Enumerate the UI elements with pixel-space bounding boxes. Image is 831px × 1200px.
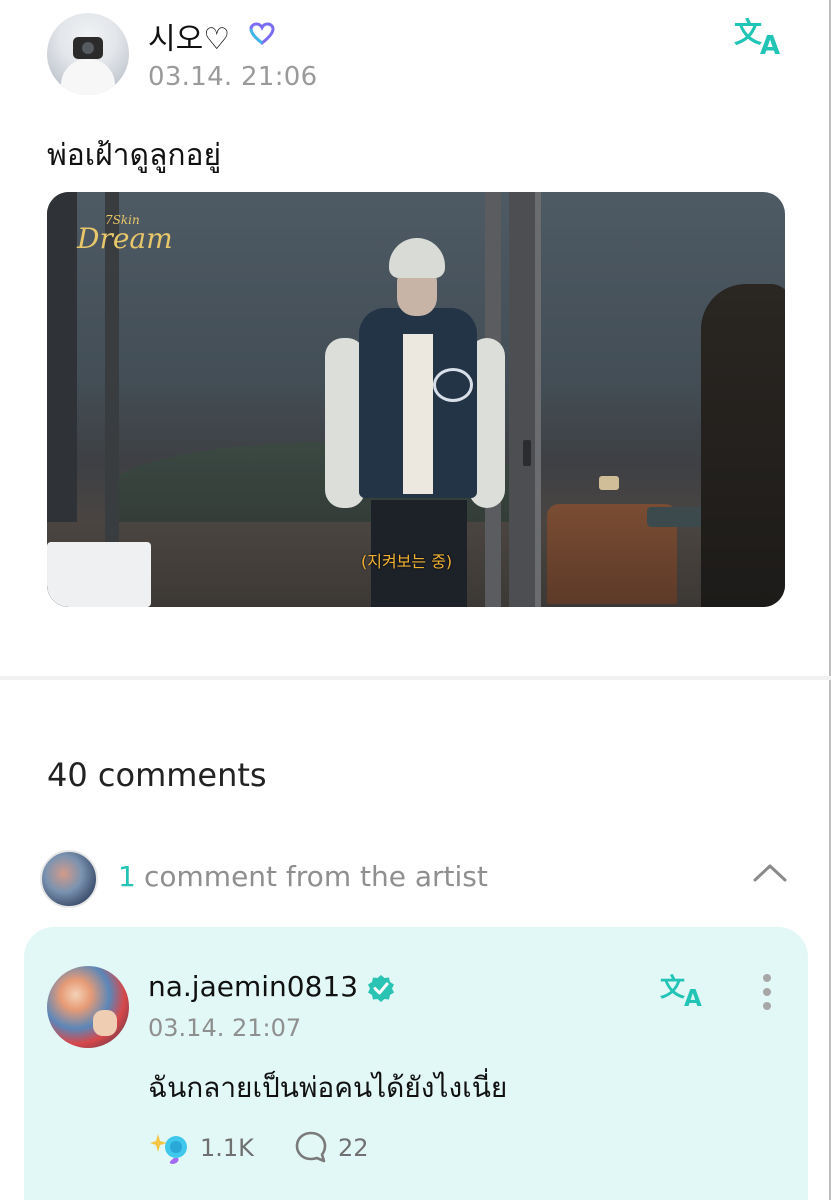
- image-person-shadow: [701, 284, 785, 607]
- post-detail-page: 시오♡ 03.14. 21:06 文 A พ่อเฝ้าดูลูกอยู่ 7S…: [0, 0, 831, 1200]
- video-subtitle: (지켜보는 중): [361, 552, 453, 571]
- artist-avatar-small: [40, 850, 98, 908]
- more-dot: [763, 974, 771, 982]
- section-divider: [0, 676, 831, 680]
- more-dot: [763, 1002, 771, 1010]
- comment-author[interactable]: na.jaemin0813: [148, 970, 358, 1003]
- heart-badge-icon: [249, 22, 275, 45]
- verified-badge-icon: [368, 975, 394, 1002]
- author-avatar[interactable]: [47, 13, 129, 95]
- image-door-frame: [535, 192, 541, 607]
- translate-icon[interactable]: 文 A: [734, 16, 788, 56]
- artist-comment-card: [24, 927, 808, 1200]
- show-logo-text: Dream: [77, 222, 173, 255]
- jacket-emblem: [433, 368, 473, 402]
- more-vertical-icon[interactable]: [752, 972, 782, 1012]
- post-image[interactable]: 7Skin Dream (지켜보는 중): [47, 192, 785, 607]
- avatar-figure: [61, 59, 115, 95]
- svg-text:文: 文: [660, 973, 686, 1002]
- comment-timestamp: 03.14. 21:07: [148, 1014, 302, 1042]
- show-logo: 7Skin Dream: [77, 214, 173, 255]
- translate-icon[interactable]: 文 A: [660, 972, 710, 1008]
- comments-count: 40 comments: [47, 756, 267, 794]
- reply-count: 22: [338, 1134, 369, 1162]
- post-timestamp: 03.14. 21:06: [148, 62, 318, 92]
- more-dot: [763, 988, 771, 996]
- artist-comment-label[interactable]: comment from the artist: [144, 860, 488, 893]
- avatar-hand: [93, 1010, 117, 1036]
- image-white-chair: [47, 542, 151, 607]
- comment-body-text: ฉันกลายเป็นพ่อคนได้ยังไงเนี่ย: [148, 1071, 508, 1104]
- svg-text:A: A: [684, 986, 702, 1008]
- like-count: 1.1K: [200, 1134, 254, 1162]
- person-shirt: [403, 334, 433, 494]
- svg-text:文: 文: [734, 16, 762, 49]
- comment-bubble-icon[interactable]: [294, 1130, 328, 1164]
- image-lamp: [599, 476, 619, 490]
- author-name[interactable]: 시오♡: [148, 14, 230, 58]
- camera-icon: [73, 37, 103, 59]
- chevron-up-icon[interactable]: [752, 860, 788, 884]
- commenter-avatar[interactable]: [47, 966, 129, 1048]
- artist-comment-count[interactable]: 1: [118, 860, 136, 893]
- sparkle-heart-icon[interactable]: [150, 1130, 192, 1164]
- svg-text:A: A: [760, 31, 780, 56]
- post-body-text: พ่อเฝ้าดูลูกอยู่: [47, 138, 222, 173]
- person-hair: [389, 238, 445, 278]
- door-handle: [523, 440, 531, 466]
